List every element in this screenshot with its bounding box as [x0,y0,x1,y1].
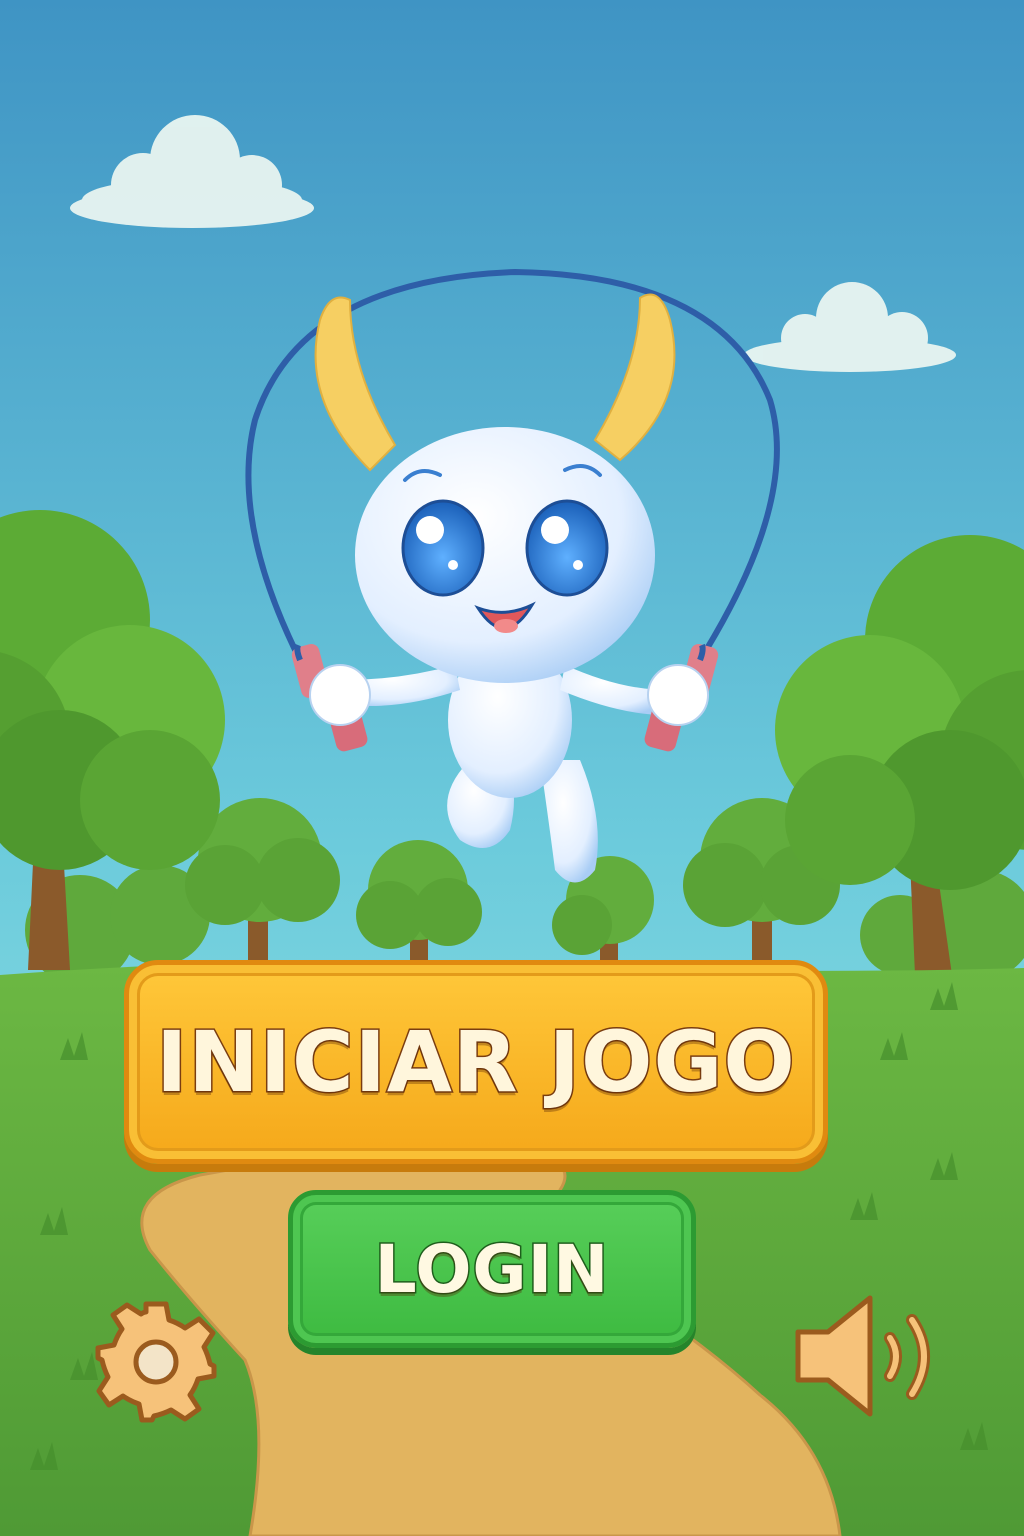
start-game-label: INICIAR JOGO [155,1012,797,1113]
login-label: LOGIN [373,1229,610,1309]
game-main-menu: INICIAR JOGO LOGIN [0,0,1024,1536]
login-button[interactable]: LOGIN [288,1190,696,1348]
gear-icon[interactable] [92,1298,220,1426]
speaker-volume-icon[interactable] [790,1290,946,1422]
start-game-button[interactable]: INICIAR JOGO [124,960,828,1164]
